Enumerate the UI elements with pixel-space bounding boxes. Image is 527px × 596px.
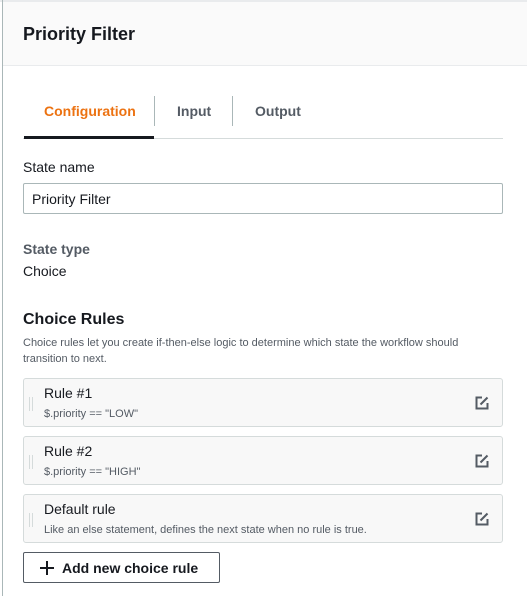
rule-condition: $.priority == "HIGH": [44, 466, 141, 478]
edit-icon[interactable]: [475, 454, 489, 468]
choice-rules-heading: Choice Rules: [23, 311, 125, 328]
state-name-label: State name: [23, 159, 95, 175]
choice-rules-description: Choice rules let you create if-then-else…: [23, 337, 459, 365]
default-rule-card[interactable]: Default rule Like an else statement, def…: [23, 494, 503, 543]
panel-title: Priority Filter: [23, 24, 136, 44]
active-tab-indicator: [24, 136, 154, 139]
tab-separator: [154, 96, 155, 126]
tab-separator: [232, 96, 233, 126]
rule-card[interactable]: Rule #2 $.priority == "HIGH": [23, 436, 503, 485]
rule-title: Rule #1: [44, 385, 93, 401]
state-type-label: State type: [23, 241, 90, 257]
tab-configuration[interactable]: Configuration: [44, 96, 136, 126]
panel-header: Priority Filter: [3, 2, 527, 66]
rule-title: Rule #2: [44, 443, 93, 459]
rule-card[interactable]: Rule #1 $.priority == "LOW": [23, 378, 503, 427]
tab-output[interactable]: Output: [255, 96, 301, 126]
rule-title: Default rule: [44, 501, 116, 517]
tab-input[interactable]: Input: [177, 96, 211, 126]
tab-bar: Configuration Input Output: [23, 96, 503, 139]
rule-condition: $.priority == "LOW": [44, 408, 139, 420]
state-name-input[interactable]: [23, 183, 503, 214]
drag-handle-icon[interactable]: [29, 397, 33, 411]
drag-handle-icon[interactable]: [29, 513, 33, 527]
state-type-value: Choice: [23, 263, 67, 279]
edit-icon[interactable]: [475, 512, 489, 526]
rule-condition: Like an else statement, defines the next…: [44, 524, 367, 536]
drag-handle-icon[interactable]: [29, 455, 33, 469]
left-border: [2, 0, 3, 596]
add-choice-rule-button[interactable]: Add new choice rule: [23, 552, 220, 583]
edit-icon[interactable]: [475, 396, 489, 410]
plus-icon: [40, 560, 54, 575]
add-choice-rule-label: Add new choice rule: [62, 559, 199, 576]
